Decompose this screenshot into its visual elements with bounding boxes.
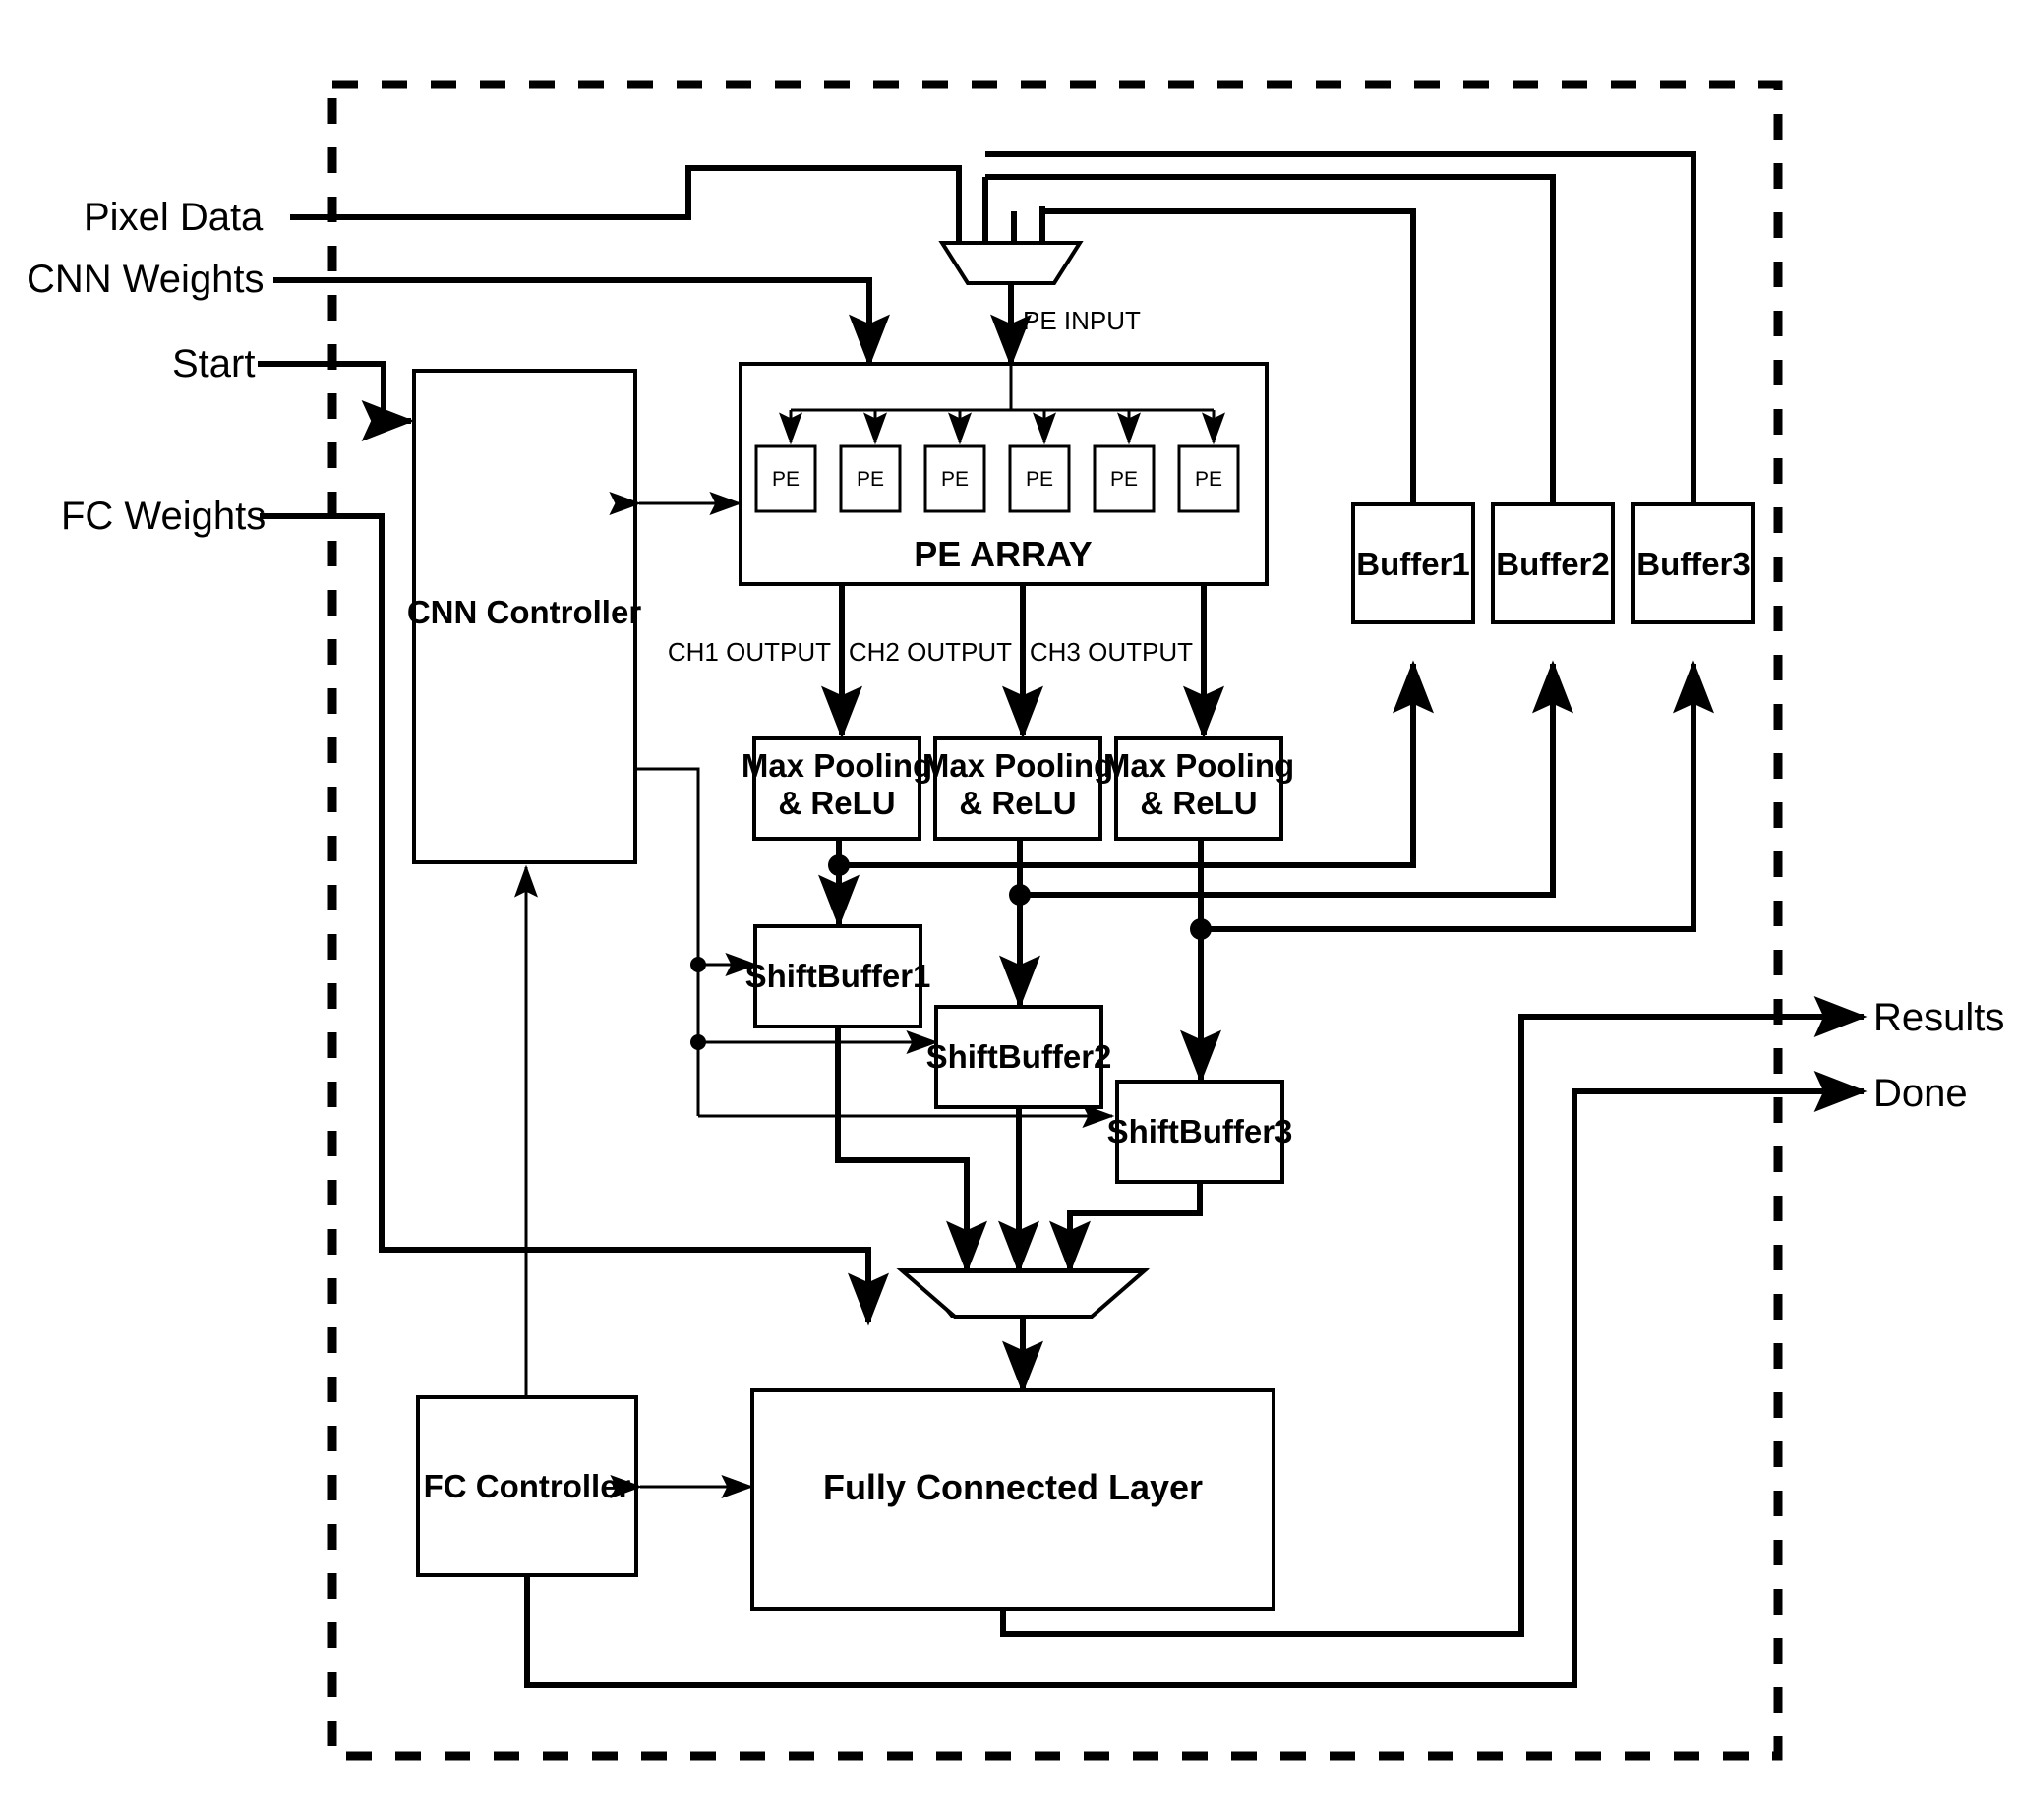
block-label-maxpool-3-line1: Max Pooling [1103,747,1294,784]
pe-cell-label: PE [1026,468,1053,491]
block-label-fc-controller: FC Controller [424,1468,631,1504]
junction-dot-maxpool3 [1190,918,1212,940]
block-label-maxpool-2-line2: & ReLU [959,785,1076,821]
block-label-buffer2: Buffer2 [1496,546,1610,582]
block-label-shiftbuffer3: ShiftBuffer3 [1107,1113,1293,1149]
input-label-cnn-weights: CNN Weights [27,258,265,301]
input-label-start: Start [172,342,255,385]
junction-dot-maxpool1 [828,854,850,876]
pe-input-mux [938,241,1084,285]
pe-cell-label: PE [1195,468,1222,491]
junction-dot-maxpool2 [1009,884,1031,906]
pe-cell-label: PE [772,468,800,491]
diagram-canvas: Pixel Data CNN Weights Start FC Weights … [0,0,2017,1820]
block-label-shiftbuffer1: ShiftBuffer1 [745,958,931,994]
block-label-pe-array: PE ARRAY [914,534,1092,574]
pe-cell-label: PE [941,468,969,491]
junction-dot-ctrl-sb1 [690,957,706,972]
block-label-buffer1: Buffer1 [1356,546,1470,582]
block-label-maxpool-2-line1: Max Pooling [922,747,1113,784]
input-label-fc-weights: FC Weights [61,495,266,538]
signal-label-pe-input: PE INPUT [1023,306,1141,335]
output-label-done: Done [1873,1072,1968,1115]
block-label-maxpool-3-line2: & ReLU [1140,785,1257,821]
pe-cell-label: PE [1110,468,1138,491]
signal-label-ch1-output: CH1 OUTPUT [668,637,831,667]
block-label-fully-connected-layer: Fully Connected Layer [823,1467,1203,1507]
output-label-results: Results [1873,996,2004,1039]
block-label-maxpool-1-line2: & ReLU [778,785,895,821]
junction-dot-ctrl-sb2 [690,1034,706,1050]
block-label-shiftbuffer2: ShiftBuffer2 [926,1038,1112,1075]
signal-label-ch3-output: CH3 OUTPUT [1030,637,1193,667]
block-label-maxpool-1-line1: Max Pooling [742,747,932,784]
pe-cell-label: PE [857,468,884,491]
block-label-cnn-controller: CNN Controller [407,594,641,630]
input-label-pixel-data: Pixel Data [84,196,264,239]
signal-label-ch2-output: CH2 OUTPUT [849,637,1012,667]
block-label-buffer3: Buffer3 [1636,546,1750,582]
